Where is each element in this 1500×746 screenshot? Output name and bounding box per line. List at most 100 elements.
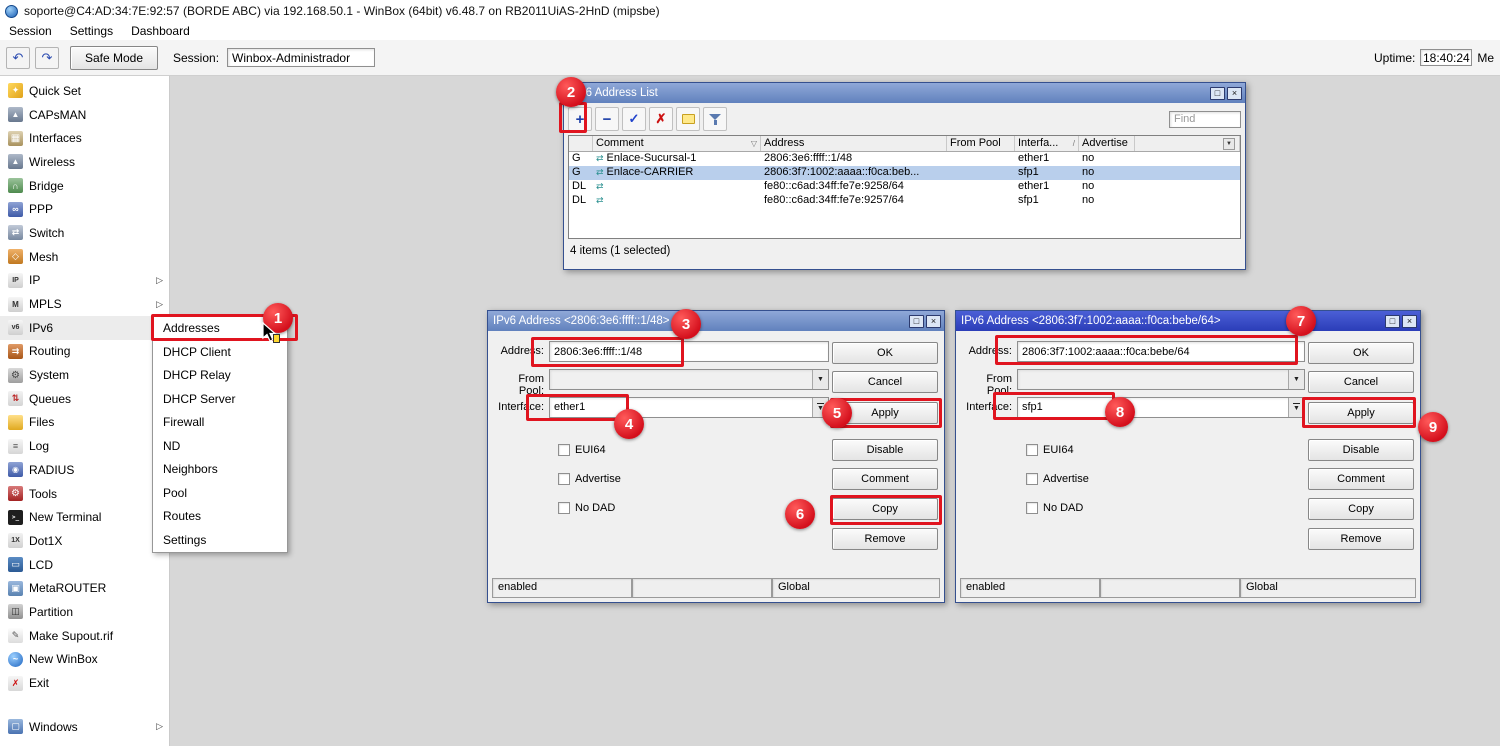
- sidebar-item-routing[interactable]: Routing▷: [0, 340, 169, 364]
- column-advertise[interactable]: Advertise: [1079, 136, 1135, 151]
- app-titlebar[interactable]: soporte@C4:AD:34:7E:92:57 (BORDE ABC) vi…: [0, 0, 1500, 22]
- sidebar-item-make-supout[interactable]: Make Supout.rif: [0, 624, 169, 648]
- remove-button[interactable]: −: [595, 107, 619, 131]
- sidebar-item-mesh[interactable]: Mesh: [0, 245, 169, 269]
- eui64-checkbox[interactable]: [558, 444, 570, 456]
- sidebar-item-exit[interactable]: Exit: [0, 671, 169, 695]
- comment-button[interactable]: [676, 107, 700, 131]
- sidebar-item-wireless[interactable]: Wireless: [0, 150, 169, 174]
- sidebar-item-lcd[interactable]: LCD: [0, 553, 169, 577]
- safe-mode-button[interactable]: Safe Mode: [70, 46, 158, 70]
- sidebar-item-ipv6[interactable]: IPv6▷: [0, 316, 169, 340]
- comment-button[interactable]: Comment: [1308, 468, 1414, 490]
- sidebar-item-tools[interactable]: Tools▷: [0, 482, 169, 506]
- sidebar-item-interfaces[interactable]: Interfaces: [0, 126, 169, 150]
- sidebar-item-log[interactable]: Log: [0, 434, 169, 458]
- sidebar-item-capsman[interactable]: CAPsMAN: [0, 103, 169, 127]
- table-row[interactable]: G ⇄Enlace-Sucursal-1 2806:3e6:ffff::1/48…: [569, 152, 1240, 166]
- sidebar-item-mpls[interactable]: MPLS▷: [0, 292, 169, 316]
- menu-settings[interactable]: Settings: [61, 24, 122, 38]
- window-titlebar[interactable]: IPv6 Address List □ ×: [564, 83, 1245, 103]
- column-flags[interactable]: [569, 136, 593, 151]
- ipv6-menu-settings[interactable]: Settings: [153, 529, 287, 553]
- sidebar-item-ip[interactable]: IP▷: [0, 269, 169, 293]
- maximize-button[interactable]: □: [909, 315, 924, 328]
- ipv6-icon: [8, 320, 23, 335]
- column-chooser-button[interactable]: ▼: [1223, 138, 1235, 150]
- cancel-button[interactable]: Cancel: [832, 371, 938, 393]
- dropdown-icon[interactable]: ▼: [1288, 370, 1304, 389]
- menu-session[interactable]: Session: [0, 24, 61, 38]
- filter-button[interactable]: [703, 107, 727, 131]
- dropdown-icon[interactable]: ▼: [812, 370, 828, 389]
- sidebar-item-windows[interactable]: Windows▷: [0, 715, 169, 739]
- ipv6-menu-dhcp-server[interactable]: DHCP Server: [153, 388, 287, 412]
- remove-button[interactable]: Remove: [832, 528, 938, 550]
- session-input[interactable]: [227, 48, 375, 67]
- column-address[interactable]: Address: [761, 136, 947, 151]
- ok-button[interactable]: OK: [832, 342, 938, 364]
- maximize-button[interactable]: □: [1385, 315, 1400, 328]
- advertise-checkbox[interactable]: [558, 473, 570, 485]
- table-row-selected[interactable]: G ⇄Enlace-CARRIER 2806:3f7:1002:aaaa::f0…: [569, 166, 1240, 180]
- copy-button[interactable]: Copy: [1308, 498, 1414, 520]
- redo-button[interactable]: ↷: [35, 47, 59, 69]
- table-row[interactable]: DL ⇄ fe80::c6ad:34ff:fe7e:9258/64 ether1…: [569, 180, 1240, 194]
- window-titlebar[interactable]: IPv6 Address <2806:3f7:1002:aaaa::f0ca:b…: [956, 311, 1420, 331]
- ipv6-menu-dhcp-relay[interactable]: DHCP Relay: [153, 364, 287, 388]
- close-button[interactable]: ×: [926, 315, 941, 328]
- column-comment[interactable]: Comment▽: [593, 136, 761, 151]
- sidebar-item-bridge[interactable]: Bridge: [0, 174, 169, 198]
- ok-button[interactable]: OK: [1308, 342, 1414, 364]
- ipv6-menu-routes[interactable]: Routes: [153, 505, 287, 529]
- ipv6-menu-nd[interactable]: ND: [153, 435, 287, 459]
- disable-button[interactable]: ✗: [649, 107, 673, 131]
- sidebar-item-system[interactable]: System▷: [0, 363, 169, 387]
- no-dad-checkbox[interactable]: [1026, 502, 1038, 514]
- supout-icon: [8, 628, 23, 643]
- log-icon: [8, 439, 23, 454]
- no-dad-checkbox[interactable]: [558, 502, 570, 514]
- sidebar-item-radius[interactable]: RADIUS: [0, 458, 169, 482]
- sidebar-item-switch[interactable]: Switch: [0, 221, 169, 245]
- sidebar-item-new-terminal[interactable]: New Terminal: [0, 505, 169, 529]
- advertise-checkbox[interactable]: [1026, 473, 1038, 485]
- annotation-box-8: [993, 392, 1115, 420]
- from-pool-select[interactable]: ▼: [1017, 369, 1305, 390]
- sidebar-item-metarouter[interactable]: MetaROUTER: [0, 576, 169, 600]
- ipv6-menu-pool[interactable]: Pool: [153, 482, 287, 506]
- table-row[interactable]: DL ⇄ fe80::c6ad:34ff:fe7e:9257/64 sfp1 n…: [569, 194, 1240, 208]
- maximize-button[interactable]: □: [1210, 87, 1225, 100]
- ipv6-menu-firewall[interactable]: Firewall: [153, 411, 287, 435]
- column-from-pool[interactable]: From Pool: [947, 136, 1015, 151]
- sidebar-item-new-winbox[interactable]: New WinBox: [0, 648, 169, 672]
- sidebar-item-files[interactable]: Files: [0, 411, 169, 435]
- enable-button[interactable]: ✓: [622, 107, 646, 131]
- main-toolbar: ↶ ↷ Safe Mode Session: Uptime: 18:40:24 …: [0, 40, 1500, 76]
- remove-button[interactable]: Remove: [1308, 528, 1414, 550]
- disable-button[interactable]: Disable: [1308, 439, 1414, 461]
- close-button[interactable]: ×: [1402, 315, 1417, 328]
- sidebar-item-partition[interactable]: Partition: [0, 600, 169, 624]
- sort-marker-icon: /: [1073, 136, 1075, 151]
- close-button[interactable]: ×: [1227, 87, 1242, 100]
- undo-button[interactable]: ↶: [6, 47, 30, 69]
- cancel-button[interactable]: Cancel: [1308, 371, 1414, 393]
- disable-button[interactable]: Disable: [832, 439, 938, 461]
- memory-label-clipped: Me: [1477, 51, 1494, 65]
- sidebar-item-dot1x[interactable]: Dot1X: [0, 529, 169, 553]
- window-titlebar[interactable]: IPv6 Address <2806:3e6:ffff::1/48> □ ×: [488, 311, 944, 331]
- sidebar-item-queues[interactable]: Queues: [0, 387, 169, 411]
- eui64-checkbox[interactable]: [1026, 444, 1038, 456]
- from-pool-select[interactable]: ▼: [549, 369, 829, 390]
- find-input[interactable]: [1169, 111, 1241, 128]
- comment-button[interactable]: Comment: [832, 468, 938, 490]
- ipv6-menu-neighbors[interactable]: Neighbors: [153, 458, 287, 482]
- uptime-value: 18:40:24: [1420, 49, 1472, 66]
- column-interface[interactable]: Interfa.../: [1015, 136, 1079, 151]
- session-label: Session:: [173, 51, 219, 65]
- sidebar-item-quick-set[interactable]: Quick Set: [0, 79, 169, 103]
- sidebar-item-label: New Terminal: [29, 510, 101, 524]
- menu-dashboard[interactable]: Dashboard: [122, 24, 199, 38]
- sidebar-item-ppp[interactable]: PPP: [0, 197, 169, 221]
